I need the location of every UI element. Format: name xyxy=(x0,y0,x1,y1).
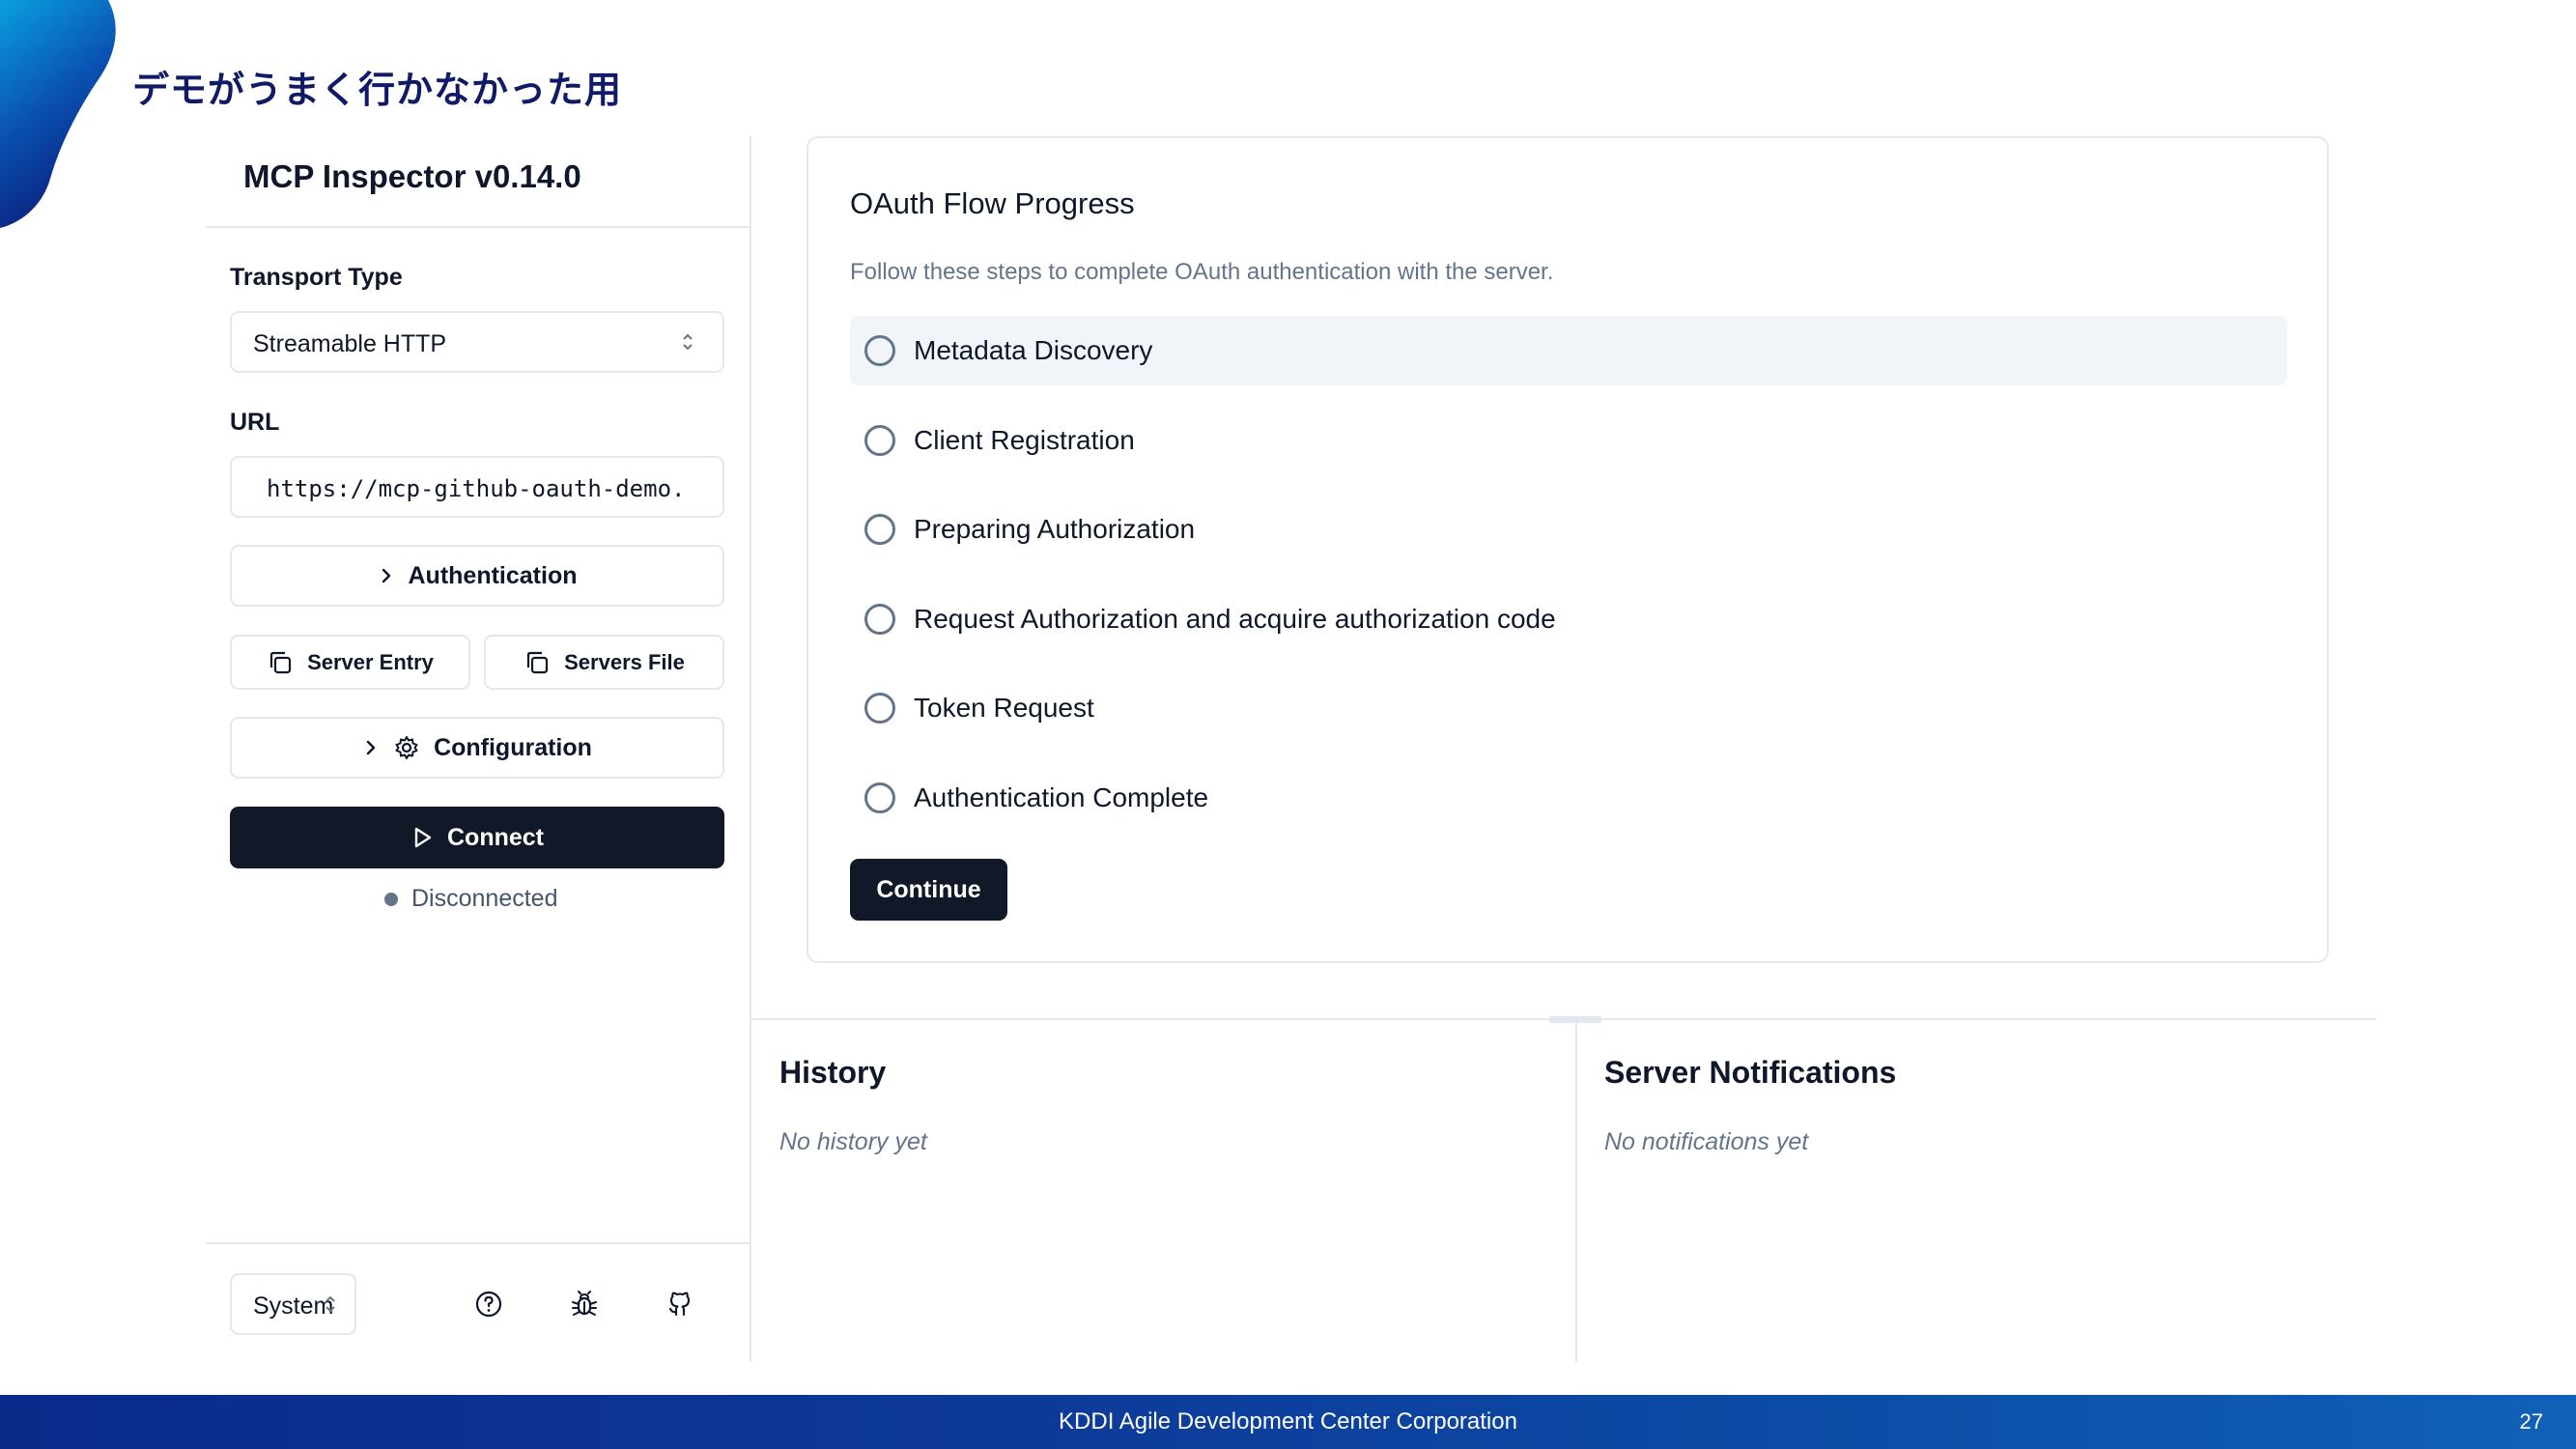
help-button[interactable] xyxy=(469,1285,508,1323)
help-circle-icon xyxy=(475,1291,502,1318)
step-status-circle-icon xyxy=(864,693,895,724)
notifications-empty-text: No notifications yet xyxy=(1604,1128,1809,1155)
footer-company: KDDI Agile Development Center Corporatio… xyxy=(1059,1408,1517,1435)
server-entry-label: Server Entry xyxy=(307,649,434,674)
github-button[interactable] xyxy=(661,1285,699,1323)
chevron-right-icon xyxy=(382,568,390,583)
debug-button[interactable] xyxy=(565,1285,604,1323)
oauth-step: Preparing Authorization xyxy=(850,495,2287,564)
page-number: 27 xyxy=(2519,1409,2543,1434)
step-status-circle-icon xyxy=(864,782,895,813)
authentication-label: Authentication xyxy=(408,561,578,589)
sidebar-footer-divider xyxy=(206,1242,750,1244)
slide-title: デモがうまく行かなかった用 xyxy=(132,69,623,111)
connect-label: Connect xyxy=(447,823,544,851)
transport-type-label: Transport Type xyxy=(230,264,403,291)
oauth-step: Authentication Complete xyxy=(850,763,2287,833)
panel-vertical-divider xyxy=(1575,1020,1577,1362)
status-dot-icon xyxy=(384,892,398,906)
sidebar-header: MCP Inspector v0.14.0 xyxy=(206,135,750,228)
url-input[interactable]: https://mcp-github-oauth-demo. xyxy=(230,456,724,518)
oauth-flow-description: Follow these steps to complete OAuth aut… xyxy=(850,259,1554,285)
history-title: History xyxy=(779,1055,887,1090)
servers-file-label: Servers File xyxy=(564,649,685,674)
servers-file-button[interactable]: Servers File xyxy=(484,635,724,690)
connection-status: Disconnected xyxy=(384,885,557,913)
step-label: Request Authorization and acquire author… xyxy=(914,604,1556,634)
transport-type-select[interactable]: Streamable HTTP xyxy=(230,311,724,373)
authentication-toggle-button[interactable]: Authentication xyxy=(230,545,724,607)
github-icon xyxy=(668,1292,691,1317)
oauth-flow-title: OAuth Flow Progress xyxy=(850,186,1135,220)
chevrons-up-down-icon xyxy=(326,1295,335,1313)
step-status-circle-icon xyxy=(864,514,895,545)
transport-type-value: Streamable HTTP xyxy=(253,330,447,357)
oauth-step: Client Registration xyxy=(850,406,2287,475)
step-status-circle-icon xyxy=(864,604,895,635)
sidebar: MCP Inspector v0.14.0 Transport Type Str… xyxy=(206,135,751,1362)
step-status-circle-icon xyxy=(864,335,895,366)
url-label: URL xyxy=(230,409,280,436)
configuration-toggle-button[interactable]: Configuration xyxy=(230,717,724,779)
oauth-step: Token Request xyxy=(850,673,2287,743)
slide-footer: KDDI Agile Development Center Corporatio… xyxy=(0,1395,2576,1449)
configuration-label: Configuration xyxy=(434,733,592,761)
copy-icon xyxy=(269,651,292,673)
step-label: Authentication Complete xyxy=(914,782,1209,812)
app-title: MCP Inspector v0.14.0 xyxy=(243,158,581,194)
url-value: https://mcp-github-oauth-demo. xyxy=(267,475,686,502)
step-label: Preparing Authorization xyxy=(914,514,1196,544)
chevron-right-icon xyxy=(366,740,376,755)
play-icon xyxy=(414,827,432,848)
oauth-step: Metadata Discovery xyxy=(850,316,2287,385)
theme-value: System xyxy=(253,1293,334,1320)
step-label: Token Request xyxy=(914,693,1094,723)
step-label: Metadata Discovery xyxy=(914,335,1153,365)
history-empty-text: No history yet xyxy=(779,1128,927,1155)
server-notifications-title: Server Notifications xyxy=(1604,1055,1897,1090)
step-status-circle-icon xyxy=(864,425,895,456)
bug-icon xyxy=(572,1291,597,1316)
connect-button[interactable]: Connect xyxy=(230,807,724,868)
oauth-step: Request Authorization and acquire author… xyxy=(850,584,2287,654)
gear-icon xyxy=(395,736,418,759)
chevrons-up-down-icon xyxy=(683,333,693,351)
status-text: Disconnected xyxy=(411,885,558,912)
theme-select[interactable]: System xyxy=(230,1273,356,1335)
copy-icon xyxy=(527,651,549,673)
oauth-flow-card: OAuth Flow Progress Follow these steps t… xyxy=(807,136,2329,963)
continue-button[interactable]: Continue xyxy=(850,859,1007,921)
step-label: Client Registration xyxy=(914,425,1135,455)
brand-blob-decoration xyxy=(0,0,116,228)
server-entry-button[interactable]: Server Entry xyxy=(230,635,470,690)
